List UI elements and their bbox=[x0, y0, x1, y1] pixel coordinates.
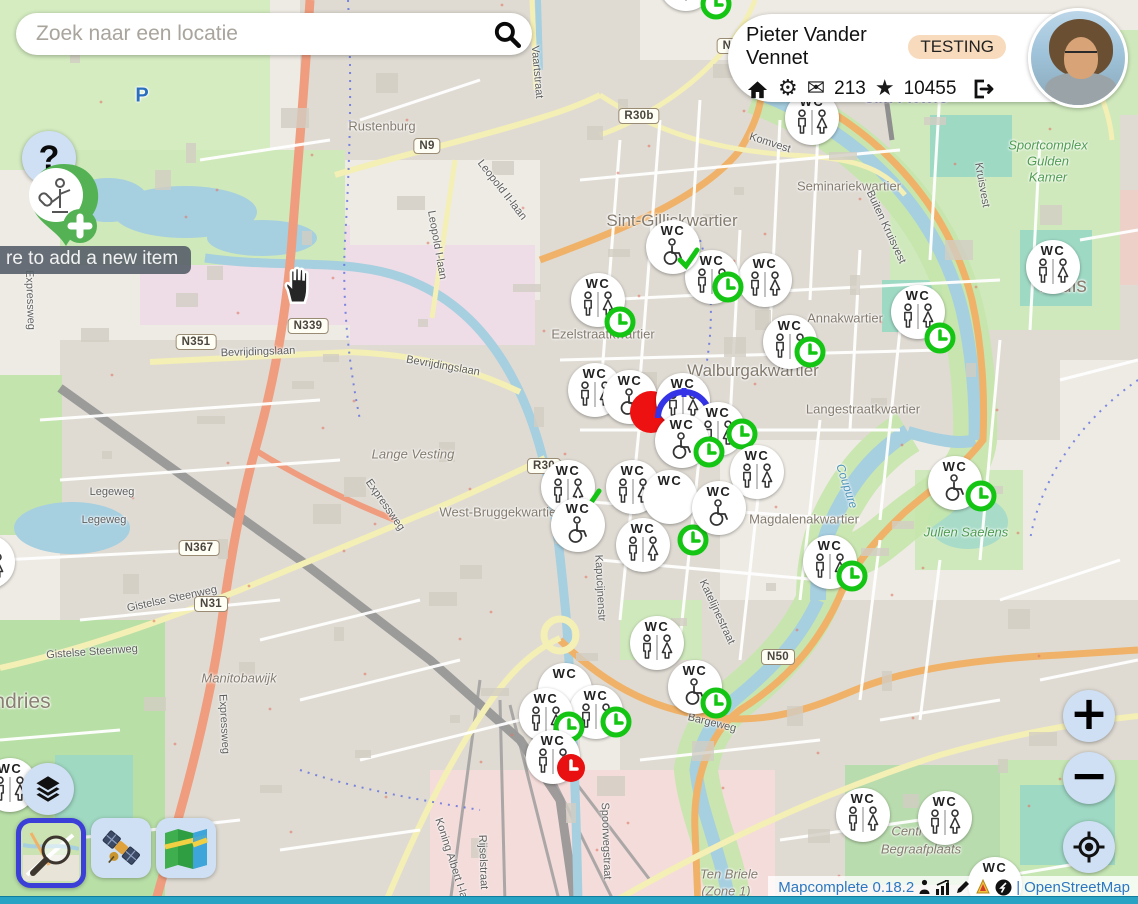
map-marker-toilet[interactable]: WC bbox=[0, 535, 15, 589]
user-avatar[interactable] bbox=[1028, 8, 1128, 108]
crosshair-icon bbox=[1072, 830, 1106, 864]
wc-label: WC bbox=[566, 502, 591, 516]
map-marker-toilet[interactable]: WC bbox=[616, 518, 670, 572]
wc-label: WC bbox=[670, 418, 695, 432]
tooltip-text: re to add a new item bbox=[6, 248, 178, 270]
star-icon: ★ bbox=[875, 78, 895, 100]
wc-label: WC bbox=[584, 689, 609, 703]
map-marker-toilet[interactable]: WC bbox=[918, 791, 972, 845]
search-input[interactable] bbox=[34, 21, 492, 47]
wc-label: WC bbox=[553, 667, 578, 681]
minus-icon: − bbox=[1070, 748, 1109, 802]
wc-label: WC bbox=[906, 289, 931, 303]
wc-label: WC bbox=[661, 224, 686, 238]
map-marker-toilet[interactable]: WC bbox=[803, 535, 857, 589]
wc-label: WC bbox=[534, 692, 559, 706]
background-style-row bbox=[16, 818, 216, 888]
map-markers-layer: WC WC WC WC WC WC WC bbox=[0, 0, 1138, 904]
wc-label: WC bbox=[818, 539, 843, 553]
osm-map-thumbnail-icon bbox=[23, 825, 79, 881]
logout-icon[interactable] bbox=[971, 77, 995, 101]
wc-label: WC bbox=[618, 374, 643, 388]
wc-label: WC bbox=[933, 795, 958, 809]
map-marker-toilet[interactable]: WC bbox=[630, 616, 684, 670]
wc-label: WC bbox=[631, 522, 656, 536]
osm-copyright-icon bbox=[995, 879, 1012, 896]
messages-envelope-icon[interactable]: ✉ bbox=[807, 78, 825, 100]
wc-label: WC bbox=[645, 620, 670, 634]
wc-label: WC bbox=[753, 257, 778, 271]
map-marker-toilet[interactable]: WC bbox=[655, 414, 709, 468]
search-icon[interactable] bbox=[492, 19, 522, 49]
style-osm-carto-button[interactable] bbox=[16, 818, 86, 888]
user-name: Pieter Vander Vennet bbox=[746, 24, 898, 70]
question-mark: ? bbox=[39, 139, 60, 178]
settings-gear-icon[interactable]: ⚙ bbox=[778, 78, 798, 100]
wc-label: WC bbox=[707, 485, 732, 499]
satellite-icon bbox=[98, 825, 144, 871]
map-marker-toilet[interactable]: WC bbox=[1026, 240, 1080, 294]
wc-label: WC bbox=[556, 464, 581, 478]
map-marker-toilet[interactable]: WC bbox=[891, 285, 945, 339]
map-marker-toilet[interactable]: WC bbox=[836, 788, 890, 842]
wc-label: WC bbox=[943, 460, 968, 474]
map-marker-toilet[interactable]: WC bbox=[643, 470, 697, 524]
map-marker-toilet[interactable]: WC bbox=[551, 498, 605, 552]
zoom-in-button[interactable]: + bbox=[1063, 690, 1115, 742]
wc-label: WC bbox=[0, 762, 22, 776]
style-map-button[interactable] bbox=[156, 818, 216, 878]
mapcomplete-app: Brugge-Sint-PietersRustenburgSint-Gillis… bbox=[0, 0, 1138, 904]
map-marker-toilet[interactable]: WC bbox=[659, 0, 713, 11]
edit-pencil-icon bbox=[955, 879, 971, 895]
app-version-label[interactable]: Mapcomplete 0.18.2 bbox=[778, 879, 914, 896]
map-marker-toilet[interactable]: WC bbox=[668, 660, 722, 714]
help-button[interactable]: ? bbox=[22, 131, 76, 185]
wc-label: WC bbox=[745, 449, 770, 463]
wc-label: WC bbox=[586, 277, 611, 291]
map-marker-toilet[interactable]: WC bbox=[928, 456, 982, 510]
style-satellite-button[interactable] bbox=[91, 818, 151, 878]
user-mode-badge: TESTING bbox=[908, 35, 1006, 59]
stats-chart-icon bbox=[935, 880, 951, 895]
folded-map-icon bbox=[163, 827, 209, 869]
plus-icon: + bbox=[1070, 686, 1109, 740]
separator: | bbox=[1016, 879, 1020, 896]
geolocate-button[interactable] bbox=[1063, 821, 1115, 873]
wc-label: WC bbox=[706, 406, 731, 420]
wc-label: WC bbox=[671, 377, 696, 391]
wc-label: WC bbox=[983, 861, 1008, 875]
add-item-tooltip: re to add a new item bbox=[0, 246, 191, 274]
map-marker-toilet[interactable]: WC bbox=[603, 370, 657, 424]
wc-label: WC bbox=[851, 792, 876, 806]
messages-count: 213 bbox=[834, 78, 866, 100]
map-marker-toilet[interactable]: WC bbox=[569, 685, 623, 739]
layers-icon bbox=[33, 774, 63, 804]
bottom-accent-strip bbox=[0, 896, 1138, 904]
attribution-bar: Mapcomplete 0.18.2 | OpenStreetMap bbox=[768, 876, 1138, 898]
layers-button[interactable] bbox=[22, 763, 74, 815]
wc-label: WC bbox=[778, 319, 803, 333]
openstreetmap-link[interactable]: OpenStreetMap bbox=[1024, 879, 1130, 896]
home-icon[interactable] bbox=[746, 78, 769, 101]
wc-label: WC bbox=[583, 367, 608, 381]
statistics-user-icon bbox=[918, 879, 931, 895]
map-marker-toilet[interactable]: WC bbox=[646, 220, 700, 274]
search-bar bbox=[16, 13, 532, 55]
wc-label: WC bbox=[683, 664, 708, 678]
map-marker-toilet[interactable]: WC bbox=[763, 315, 817, 369]
map-marker-toilet[interactable]: WC bbox=[692, 481, 746, 535]
opening-hours-clock-badge bbox=[700, 0, 732, 25]
mapcomplete-mini-logo-icon bbox=[975, 879, 991, 895]
wc-label: WC bbox=[700, 254, 725, 268]
map-marker-toilet[interactable]: WC bbox=[526, 730, 580, 784]
wc-label: WC bbox=[621, 464, 646, 478]
wc-label: WC bbox=[541, 734, 566, 748]
zoom-out-button[interactable]: − bbox=[1063, 752, 1115, 804]
wc-label: WC bbox=[658, 474, 683, 488]
map-marker-toilet[interactable]: WC bbox=[738, 253, 792, 307]
map-marker-toilet[interactable]: WC bbox=[571, 273, 625, 327]
changesets-count: 10455 bbox=[904, 78, 957, 100]
hand-cursor-icon bbox=[279, 264, 319, 306]
wc-label: WC bbox=[1041, 244, 1066, 258]
